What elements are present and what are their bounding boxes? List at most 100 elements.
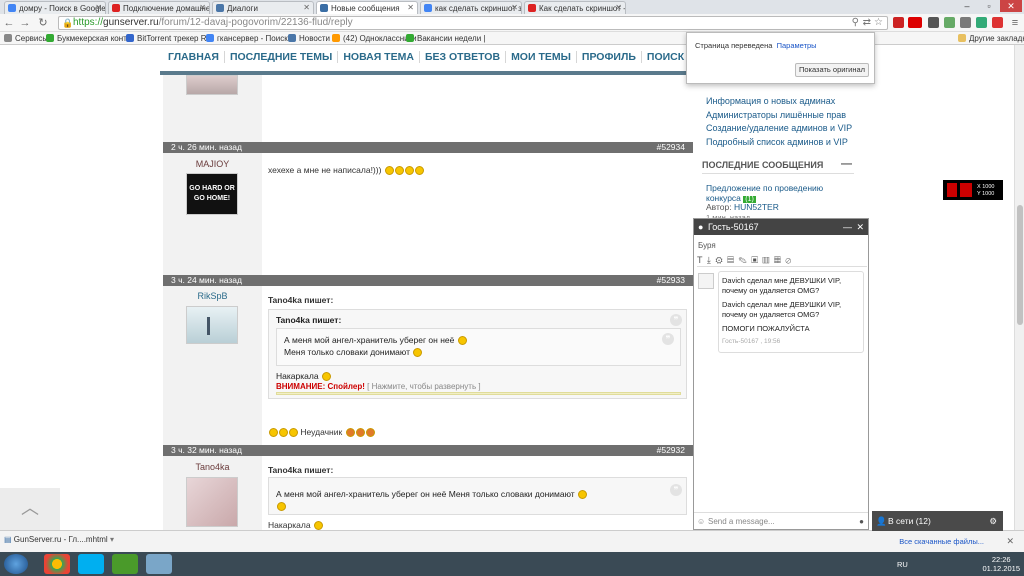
tab-3[interactable]: Новые сообщения ✕ [316, 1, 418, 14]
tab-close-icon[interactable]: ✕ [407, 3, 414, 12]
utorrent-icon[interactable] [112, 554, 138, 574]
translate-options-link[interactable]: Параметры [777, 41, 817, 50]
tab-close-icon[interactable]: ✕ [199, 3, 206, 12]
extension-icon[interactable] [893, 17, 904, 28]
download-item[interactable]: ▤ GunServer.ru - Гл....mhtml ▾ [4, 535, 114, 544]
clock[interactable]: 22:26 01.12.2015 [982, 555, 1020, 573]
nav-new-topic[interactable]: НОВАЯ ТЕМА [337, 51, 419, 63]
chat-message-input[interactable]: ☺ Send a message... ● [694, 512, 868, 530]
post-username[interactable]: MAJIOY [163, 159, 262, 169]
all-downloads-link[interactable]: Все скачанные файлы... [899, 537, 984, 546]
bookmark-item[interactable]: Новости [288, 34, 330, 43]
tab-close-icon[interactable]: ✕ [95, 3, 102, 12]
nav-profile[interactable]: ПРОФИЛЬ [575, 51, 641, 63]
bookmark-item[interactable]: (42) Одноклассники [332, 34, 417, 43]
extension-icon[interactable] [992, 17, 1003, 28]
scroll-thumb[interactable] [1017, 205, 1023, 325]
emoji-icon[interactable]: ☺ [697, 513, 705, 531]
tab-2[interactable]: Диалоги ✕ [212, 1, 314, 14]
bookmark-favicon-icon [126, 34, 134, 42]
extension-icon[interactable] [976, 17, 987, 28]
other-bookmarks[interactable]: Другие закладки [958, 34, 1024, 43]
tab-close-icon[interactable]: ✕ [615, 3, 622, 12]
nav-my-topics[interactable]: МОИ ТЕМЫ [505, 51, 576, 63]
close-downloads-icon[interactable]: ✕ [1006, 536, 1014, 547]
maximize-icon[interactable]: ▫ [978, 0, 1000, 12]
sidebar-link[interactable]: Информация о новых админах [706, 95, 852, 109]
sidebar-link[interactable]: Администраторы лишённые прав [706, 109, 852, 123]
bookmark-star-icon[interactable]: ☆ [874, 17, 883, 29]
zoom-icon[interactable]: ⚲ [852, 17, 859, 29]
chevron-down-icon[interactable]: ▾ [110, 535, 114, 544]
chat-minimize-icon[interactable]: — [843, 219, 852, 235]
post-header: 3 ч. 24 мин. назад #52933 [163, 275, 693, 286]
extension-icon[interactable] [944, 17, 955, 28]
tab-4[interactable]: как сделать скриншот за ✕ [420, 1, 522, 14]
avatar[interactable] [186, 75, 238, 95]
bookmark-item[interactable]: BitTorrent трекер R... [126, 34, 213, 43]
bookmark-item[interactable]: Букмекерская конт... [46, 34, 133, 43]
post-number[interactable]: #52932 [657, 445, 685, 456]
tab-close-icon[interactable]: ✕ [303, 3, 310, 12]
page-scrollbar[interactable] [1014, 45, 1024, 530]
start-button[interactable] [4, 554, 28, 574]
spoiler[interactable]: ВНИМАНИЕ: Спойлер! [ Нажмите, чтобы разв… [276, 382, 481, 391]
extension-icon[interactable] [960, 17, 971, 28]
tab-close-icon[interactable]: ✕ [511, 3, 518, 12]
chat-header[interactable]: ● Гость-50167 — ✕ [694, 219, 868, 235]
avatar[interactable]: GO HARD OR GO HOME! [186, 173, 238, 215]
sidebar-link[interactable]: Создание/удаление админов и VIP [706, 122, 852, 136]
language-indicator[interactable]: RU [897, 560, 908, 569]
skype-icon[interactable] [78, 554, 104, 574]
scroll-to-top-button[interactable]: ︿ [0, 488, 60, 530]
reload-icon[interactable]: ↻ [36, 16, 50, 30]
smiley-icon [394, 166, 404, 175]
bookmark-item[interactable]: Вакансии недели | [406, 34, 485, 43]
post-number[interactable]: #52933 [657, 275, 685, 286]
settings-icon[interactable]: ⚙ [715, 255, 723, 265]
post-username[interactable]: RikSpB [163, 291, 262, 301]
calendar-icon[interactable]: ▦ [774, 255, 782, 265]
trash-icon[interactable]: ▥ [763, 255, 771, 265]
computer-icon[interactable] [146, 554, 172, 574]
bookmark-item[interactable]: Сервисы [4, 34, 48, 43]
show-original-button[interactable]: Показать оригинал [795, 63, 869, 77]
close-window-icon[interactable]: ✕ [1000, 0, 1022, 12]
minimize-icon[interactable]: – [956, 0, 978, 12]
translate-icon[interactable]: ⇄ [863, 17, 871, 29]
collapse-icon[interactable]: — [841, 158, 852, 170]
block-icon[interactable]: ⊘ [785, 255, 792, 265]
menu-icon[interactable]: ≡ [1008, 16, 1022, 30]
chat-room-name[interactable]: Буря [698, 241, 716, 250]
tab-5[interactable]: Как сделать скриншот - ✕ [524, 1, 626, 14]
nav-no-replies[interactable]: БЕЗ ОТВЕТОВ [418, 51, 505, 63]
avatar[interactable] [186, 477, 238, 527]
send-icon[interactable]: ● [859, 513, 864, 531]
document-icon[interactable]: ▤ [727, 255, 735, 265]
address-bar[interactable]: 🔒 https://gunserver.ru/forum/12-davaj-po… [58, 16, 888, 30]
tab-0[interactable]: домру - Поиск в Google ✕ [4, 1, 106, 14]
chat-close-icon[interactable]: ✕ [856, 219, 864, 235]
download-icon[interactable]: ⤓ [707, 255, 712, 265]
extension-icon[interactable] [908, 17, 922, 28]
nav-home[interactable]: ГЛАВНАЯ [163, 51, 224, 63]
gear-icon[interactable]: ⚙ [989, 511, 997, 531]
bookmark-item[interactable]: гкансервер - Поиск... [206, 34, 294, 43]
forward-icon[interactable]: → [18, 16, 32, 30]
back-icon[interactable]: ← [2, 16, 16, 30]
latest-author-link[interactable]: HUN52TER [734, 202, 779, 212]
nav-search[interactable]: ПОИСК [640, 51, 689, 63]
sidebar-link[interactable]: Подробный список админов и VIP [706, 136, 852, 150]
post-number[interactable]: #52934 [657, 142, 685, 153]
nav-latest-topics[interactable]: ПОСЛЕДНИЕ ТЕМЫ [223, 51, 337, 63]
latest-topic-link[interactable]: Предложение по проведению конкурса (1) [706, 183, 852, 203]
chrome-icon[interactable] [44, 554, 70, 574]
online-users-bar[interactable]: 👤 В сети (12) ⚙ [872, 511, 1003, 531]
edit-icon[interactable]: ✎ [739, 255, 748, 265]
save-icon[interactable]: ▣ [751, 255, 759, 265]
text-format-icon[interactable]: T [697, 255, 703, 265]
extension-icon[interactable] [928, 17, 939, 28]
tab-1[interactable]: Подключение домашне ✕ [108, 1, 210, 14]
post-username[interactable]: Tano4ka [163, 462, 262, 472]
avatar[interactable] [186, 306, 238, 344]
